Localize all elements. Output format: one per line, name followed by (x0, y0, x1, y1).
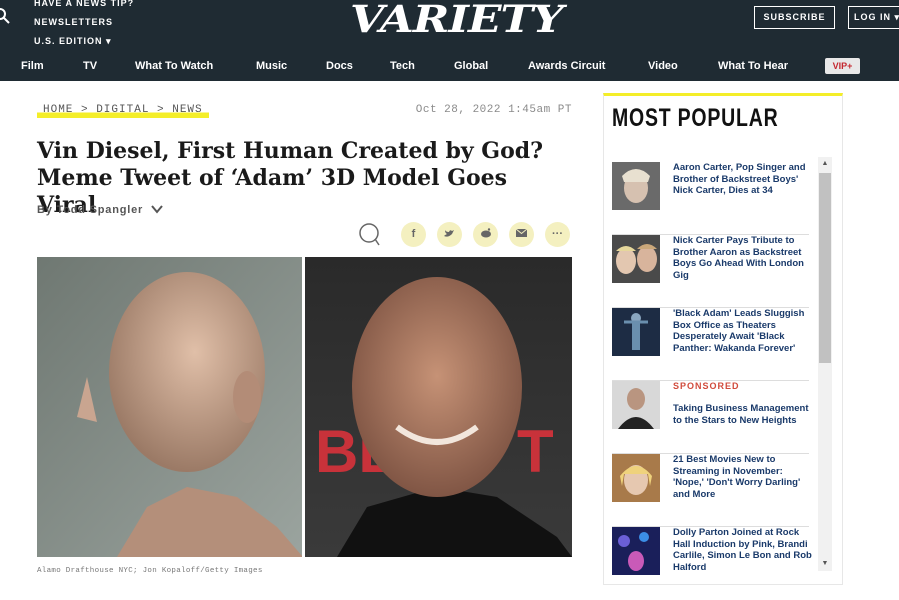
vip-plus-button[interactable]: VIP+ (825, 58, 860, 74)
thumbnail-image (612, 162, 660, 210)
scrollbar-thumb[interactable] (819, 173, 831, 363)
share-bar: f ··· (357, 222, 572, 248)
main-nav: Film TV What To Watch Music Docs Tech Gl… (0, 52, 899, 81)
nav-item-video[interactable]: Video (648, 52, 678, 81)
nav-item-awards-circuit[interactable]: Awards Circuit (528, 52, 605, 81)
thumbnail-image (612, 527, 660, 575)
article-photo: BLO T (37, 257, 572, 557)
caret-down-icon: ▾ (106, 36, 112, 46)
edition-selector[interactable]: U.S. EDITION ▾ (34, 32, 134, 51)
subscribe-button[interactable]: SUBSCRIBE (754, 6, 835, 29)
popular-item-title: 'Black Adam' Leads Sluggish Box Office a… (673, 308, 805, 354)
sidebar-title: MOST POPULAR (612, 104, 779, 132)
popular-item[interactable]: 21 Best Movies New to Streaming in Novem… (612, 454, 809, 527)
popular-item-title: Dolly Parton Joined at Rock Hall Inducti… (673, 527, 812, 573)
nav-item-tech[interactable]: Tech (390, 52, 415, 81)
comment-icon[interactable] (357, 222, 381, 248)
facebook-icon[interactable]: f (401, 222, 426, 247)
email-icon[interactable] (509, 222, 534, 247)
article: HOME > DIGITAL > NEWS Oct 28, 2022 1:45a… (37, 80, 572, 585)
scroll-down-icon[interactable]: ▼ (818, 557, 832, 571)
edition-label: U.S. EDITION (34, 36, 103, 46)
byline[interactable]: By Todd Spangler (37, 204, 163, 216)
nav-item-docs[interactable]: Docs (326, 52, 353, 81)
popular-item-sponsored[interactable]: SPONSORED Taking Business Management to … (612, 381, 809, 454)
nav-item-tv[interactable]: TV (83, 52, 97, 81)
popular-item-title: Aaron Carter, Pop Singer and Brother of … (673, 162, 806, 196)
popular-item[interactable]: Nick Carter Pays Tribute to Brother Aaro… (612, 235, 809, 308)
sponsored-label: SPONSORED (673, 381, 740, 391)
scroll-up-icon[interactable]: ▲ (818, 157, 832, 171)
popular-item-title: Taking Business Management to the Stars … (673, 403, 809, 426)
popular-item[interactable]: Aaron Carter, Pop Singer and Brother of … (612, 162, 809, 235)
more-icon[interactable]: ··· (545, 222, 570, 247)
nav-item-what-to-hear[interactable]: What To Hear (718, 52, 788, 81)
login-label: LOG IN (854, 12, 891, 22)
nav-item-film[interactable]: Film (21, 52, 44, 81)
chevron-down-icon (151, 205, 163, 214)
popular-item-title: Nick Carter Pays Tribute to Brother Aaro… (673, 235, 804, 281)
variety-logo[interactable]: VARIETY (350, 0, 564, 41)
nav-item-what-to-watch[interactable]: What To Watch (135, 52, 213, 81)
popular-item[interactable]: Dolly Parton Joined at Rock Hall Inducti… (612, 527, 812, 600)
top-links: HAVE A NEWS TIP? NEWSLETTERS U.S. EDITIO… (34, 0, 134, 51)
most-popular-sidebar: MOST POPULAR Aaron Carter, Pop Singer an… (603, 93, 843, 585)
login-button[interactable]: LOG IN ▾ (848, 6, 899, 29)
thumbnail-image (612, 235, 660, 283)
top-header: HAVE A NEWS TIP? NEWSLETTERS U.S. EDITIO… (0, 0, 899, 52)
news-tip-link[interactable]: HAVE A NEWS TIP? (34, 0, 134, 13)
sidebar-scrollbar[interactable]: ▲ ▼ (818, 157, 832, 571)
thumbnail-image (612, 308, 660, 356)
svg-text:T: T (517, 418, 554, 485)
nav-item-global[interactable]: Global (454, 52, 488, 81)
publish-date: Oct 28, 2022 1:45am PT (415, 104, 572, 116)
thumbnail-image (612, 381, 660, 429)
twitter-icon[interactable] (437, 222, 462, 247)
thumbnail-image (612, 454, 660, 502)
nav-item-music[interactable]: Music (256, 52, 287, 81)
search-icon[interactable] (0, 8, 12, 26)
reddit-icon[interactable] (473, 222, 498, 247)
photo-caption: Alamo Drafthouse NYC; Jon Kopaloff/Getty… (37, 567, 263, 575)
author-name: By Todd Spangler (37, 204, 144, 216)
breadcrumb[interactable]: HOME > DIGITAL > NEWS (37, 104, 209, 118)
popular-item[interactable]: 'Black Adam' Leads Sluggish Box Office a… (612, 308, 809, 381)
popular-item-title: 21 Best Movies New to Streaming in Novem… (673, 454, 801, 500)
newsletters-link[interactable]: NEWSLETTERS (34, 13, 134, 32)
caret-down-icon: ▾ (894, 12, 899, 22)
